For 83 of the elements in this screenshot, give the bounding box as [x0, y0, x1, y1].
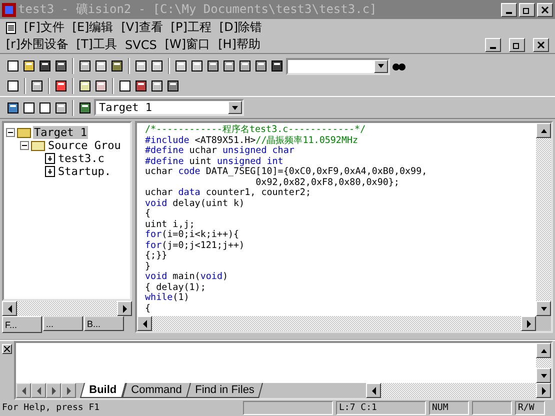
- minimize-button[interactable]: [485, 38, 501, 52]
- minimize-icon: [506, 12, 512, 14]
- panel-tab[interactable]: ...: [43, 316, 83, 331]
- status-panel: [472, 401, 512, 415]
- scroll-down-button[interactable]: [536, 301, 551, 316]
- tree-item[interactable]: test3.c: [57, 152, 106, 165]
- close-button[interactable]: [537, 2, 553, 16]
- code-line: uchar data counter1, counter2;: [145, 188, 312, 198]
- restore-icon: [523, 6, 531, 14]
- target-select[interactable]: Target 1: [94, 99, 244, 116]
- window-title: test3 - 礦ision2 - [C:\My Documents\test3\test3.c]: [18, 1, 378, 18]
- collapse-icon[interactable]: [6, 128, 15, 137]
- code-line: #include <AT89X51.H>//晶振频率11.0592MHz: [145, 136, 360, 146]
- scroll-up-button[interactable]: [536, 123, 551, 138]
- menu-item[interactable]: [F]文件: [24, 19, 64, 36]
- folder-icon: [31, 140, 45, 151]
- menu-item[interactable]: [H]帮助: [218, 36, 260, 53]
- tab-scroll-button[interactable]: [31, 383, 46, 398]
- panel-tab[interactable]: B...: [84, 316, 124, 331]
- restore-button[interactable]: [509, 38, 525, 52]
- restore-button[interactable]: [519, 2, 535, 16]
- output-tab[interactable]: Build: [80, 383, 126, 398]
- code-line: #define uchar unsigned char: [145, 146, 296, 156]
- close-icon: [4, 346, 10, 352]
- code-line: for(j=0;j<121;j++): [145, 240, 246, 251]
- menu-item[interactable]: [V]查看: [121, 19, 163, 36]
- tab-scroll-button[interactable]: [46, 383, 61, 398]
- app-icon: [2, 2, 16, 16]
- close-button[interactable]: [2, 344, 12, 354]
- minimize-button[interactable]: [501, 2, 517, 16]
- scroll-left-button[interactable]: [366, 383, 381, 398]
- code-line: uint i,j;: [145, 220, 196, 230]
- tree-item[interactable]: Target 1: [33, 126, 88, 139]
- menu-item[interactable]: [r]外围设备: [6, 36, 68, 53]
- close-button[interactable]: [533, 38, 549, 52]
- code-line: for(i=0;i<k;i++){: [145, 230, 240, 240]
- dropdown-caret-icon[interactable]: [228, 101, 242, 114]
- code-line: }: [145, 262, 152, 272]
- menu-item[interactable]: [E]编辑: [72, 19, 114, 36]
- collapse-icon[interactable]: [20, 141, 29, 150]
- cursor-position: L:7 C:1: [336, 401, 426, 415]
- dropdown-caret-icon[interactable]: [374, 60, 388, 72]
- scroll-left-button[interactable]: [137, 316, 152, 331]
- tree-item[interactable]: Source Grou: [47, 139, 122, 152]
- scroll-right-button[interactable]: [521, 316, 536, 331]
- scroll-right-button[interactable]: [536, 383, 551, 398]
- code-line: { delay(1);: [145, 282, 207, 293]
- status-text: For Help, press F1: [2, 403, 101, 413]
- restore-icon: [513, 40, 521, 48]
- code-line: 0x92,0x82,0xF8,0x80,0x90};: [254, 178, 400, 188]
- read-write-indicator: R/W: [515, 401, 545, 415]
- close-icon: [541, 6, 549, 14]
- tab-scroll-button[interactable]: [16, 383, 31, 398]
- tree-item[interactable]: Startup.: [57, 165, 112, 178]
- scroll-up-button[interactable]: [536, 343, 551, 358]
- code-line: #define uint unsigned int: [145, 156, 284, 167]
- tab-scroll-button[interactable]: [61, 383, 76, 398]
- menu-item[interactable]: [P]工程: [170, 19, 212, 36]
- panel-tab[interactable]: F...: [2, 316, 42, 333]
- menu-item[interactable]: [W]窗口: [164, 36, 210, 53]
- menu-item[interactable]: SVCS: [125, 38, 157, 52]
- document-icon[interactable]: [6, 22, 16, 34]
- menu-item[interactable]: [D]除错: [219, 19, 262, 36]
- scroll-left-button[interactable]: [2, 301, 17, 316]
- code-line: void main(void): [145, 272, 230, 282]
- minimize-icon: [490, 46, 496, 48]
- code-line: {;}}: [145, 251, 168, 262]
- output-tab[interactable]: Command: [122, 383, 190, 398]
- code-line: uchar code DATA_7SEG[10]={0xC0,0xF9,0xA4,0xB0,0x99,: [145, 167, 428, 178]
- code-line: {: [145, 304, 152, 314]
- scroll-right-button[interactable]: [117, 301, 132, 316]
- code-editor[interactable]: [137, 123, 536, 316]
- scroll-down-button[interactable]: [536, 368, 551, 383]
- code-line: {: [145, 209, 152, 220]
- code-line: void delay(uint k): [145, 198, 246, 209]
- output-tab[interactable]: Find in Files: [186, 383, 264, 398]
- code-line: /*------------程序名test3.c------------*/: [145, 125, 367, 136]
- search-field[interactable]: [286, 58, 390, 74]
- menu-item[interactable]: [T]工具: [76, 36, 117, 53]
- code-line: while(1): [145, 293, 190, 304]
- num-lock-indicator: NUM: [429, 401, 469, 415]
- folder-icon: [17, 127, 31, 138]
- close-icon: [537, 40, 545, 48]
